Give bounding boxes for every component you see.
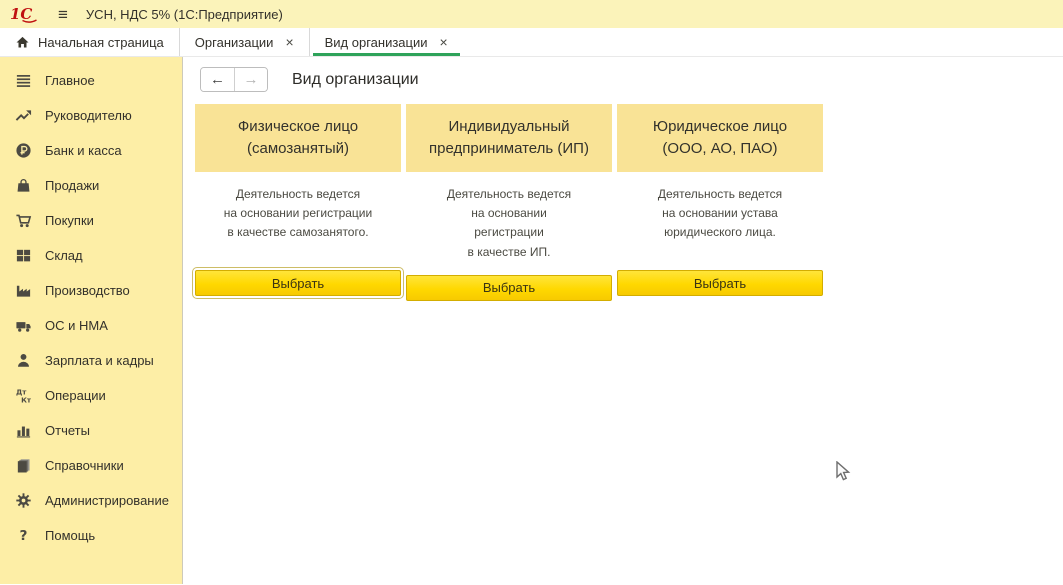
tab-home[interactable]: Начальная страница — [0, 28, 179, 56]
org-type-card-3: Юридическое лицо (ООО, АО, ПАО) Деятельно… — [617, 104, 823, 301]
factory-icon — [13, 282, 33, 300]
card-description: Деятельность ведется на основании регист… — [406, 185, 612, 262]
sidebar-item-sklad[interactable]: Склад — [0, 238, 182, 273]
org-type-card-1: Физическое лицо (самозанятый) Деятельност… — [195, 104, 401, 301]
sidebar-item-label: Производство — [45, 283, 130, 298]
sidebar-item-label: Склад — [45, 248, 83, 263]
cards-row: Физическое лицо (самозанятый)Деятельност… — [195, 104, 1063, 301]
back-button[interactable]: ← — [201, 68, 234, 91]
warehouse-icon — [13, 247, 33, 265]
sidebar-item-label: ОС и НМА — [45, 318, 108, 333]
sidebar-item-label: Помощь — [45, 528, 95, 543]
sidebar-item-operacii[interactable]: ДтКт Операции — [0, 378, 182, 413]
tab-label: Организации — [195, 35, 274, 50]
home-icon — [15, 35, 30, 50]
tab-organizations[interactable]: Организации × — [179, 28, 309, 56]
sidebar-item-pokupki[interactable]: Покупки — [0, 203, 182, 238]
select-button[interactable]: Выбрать — [617, 270, 823, 296]
tab-label: Начальная страница — [38, 35, 164, 50]
sidebar-item-rukovoditelyu[interactable]: Руководителю — [0, 98, 182, 133]
main-content: ← → Вид организации Физическое лицо (сам… — [183, 57, 1063, 584]
window-title: УСН, НДС 5% (1С:Предприятие) — [86, 7, 283, 22]
sidebar-item-label: Руководителю — [45, 108, 132, 123]
close-icon[interactable]: × — [440, 34, 448, 50]
ruble-icon — [13, 142, 33, 160]
sidebar-item-glavnoe[interactable]: Главное — [0, 63, 182, 98]
sidebar-item-label: Администрирование — [45, 493, 169, 508]
bar-chart-icon — [13, 422, 33, 440]
tab-label: Вид организации — [325, 35, 428, 50]
sidebar-item-pomosch[interactable]: ? Помощь — [0, 518, 182, 553]
sidebar-item-label: Справочники — [45, 458, 124, 473]
sidebar-item-spravochniki[interactable]: Справочники — [0, 448, 182, 483]
sidebar-item-otchety[interactable]: Отчеты — [0, 413, 182, 448]
window-titlebar: 1С ≡ УСН, НДС 5% (1С:Предприятие) — [0, 0, 1063, 28]
select-button[interactable]: Выбрать — [195, 270, 401, 296]
sidebar-menu: Главное Руководителю Банк и касса Продажи По… — [0, 57, 183, 584]
sidebar-item-label: Главное — [45, 73, 95, 88]
svg-text:1С: 1С — [10, 5, 32, 23]
tab-organization-type[interactable]: Вид организации × — [309, 28, 463, 56]
select-button[interactable]: Выбрать — [406, 275, 612, 301]
1c-logo: 1С — [10, 5, 40, 24]
tab-bar: Начальная страница Организации × Вид орг… — [0, 28, 1063, 57]
sidebar-item-prodazhi[interactable]: Продажи — [0, 168, 182, 203]
card-title: Индивидуальный предприниматель (ИП) — [406, 104, 612, 172]
card-title: Физическое лицо (самозанятый) — [195, 104, 401, 172]
help-icon: ? — [13, 527, 33, 545]
close-icon[interactable]: × — [285, 34, 293, 50]
card-description: Деятельность ведется на основании устава… — [617, 185, 823, 257]
sidebar-item-zarplata-i-kadry[interactable]: Зарплата и кадры — [0, 343, 182, 378]
books-icon — [13, 457, 33, 475]
sidebar-item-label: Покупки — [45, 213, 94, 228]
org-type-card-2: Индивидуальный предприниматель (ИП) Деяте… — [406, 104, 612, 301]
sidebar-item-label: Отчеты — [45, 423, 90, 438]
history-nav: ← → — [200, 67, 268, 92]
sidebar-item-administrirovanie[interactable]: Администрирование — [0, 483, 182, 518]
sidebar-item-label: Зарплата и кадры — [45, 353, 154, 368]
card-title: Юридическое лицо (ООО, АО, ПАО) — [617, 104, 823, 172]
truck-icon — [13, 317, 33, 335]
bag-icon — [13, 177, 33, 195]
sidebar-item-label: Банк и касса — [45, 143, 122, 158]
svg-text:?: ? — [19, 528, 27, 544]
navigation-row: ← → Вид организации — [195, 67, 1063, 92]
main-menu-icon[interactable]: ≡ — [54, 6, 72, 23]
sidebar-item-os-i-nma[interactable]: ОС и НМА — [0, 308, 182, 343]
dt-kt-icon: ДтКт — [13, 387, 33, 405]
sidebar-item-label: Операции — [45, 388, 106, 403]
sidebar-item-proizvodstvo[interactable]: Производство — [0, 273, 182, 308]
svg-text:Кт: Кт — [21, 396, 32, 404]
app-window: 1С ≡ УСН, НДС 5% (1С:Предприятие) Началь… — [0, 0, 1063, 585]
card-description: Деятельность ведется на основании регист… — [195, 185, 401, 257]
mouse-cursor — [836, 461, 853, 483]
trend-icon — [13, 107, 33, 125]
sidebar-item-label: Продажи — [45, 178, 99, 193]
menu-lines-icon — [13, 72, 33, 90]
page-title: Вид организации — [292, 71, 419, 89]
person-icon — [13, 352, 33, 370]
sidebar-item-bank-i-kassa[interactable]: Банк и касса — [0, 133, 182, 168]
forward-button[interactable]: → — [234, 68, 267, 91]
gear-icon — [13, 492, 33, 510]
cart-icon — [13, 212, 33, 230]
